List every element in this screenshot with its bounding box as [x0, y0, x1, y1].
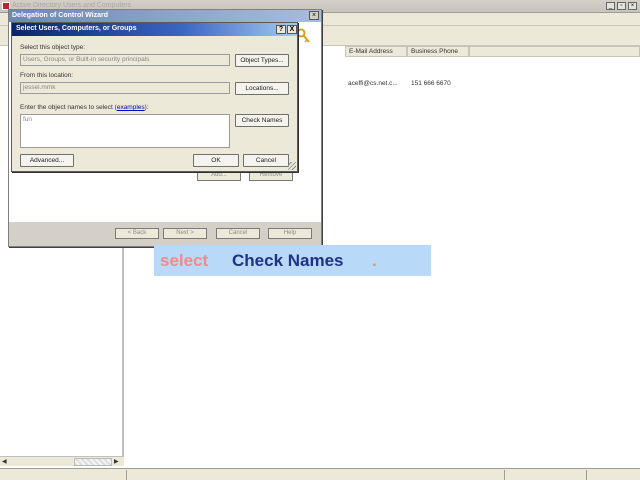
- scroll-thumb[interactable]: [74, 458, 112, 466]
- wizard-help-button[interactable]: Help: [268, 228, 312, 239]
- status-segment: [126, 470, 504, 480]
- dialog-title: Select Users, Computers, or Groups: [16, 25, 137, 32]
- wizard-title-bar: Delegation of Control Wizard ×: [9, 10, 321, 22]
- help-icon[interactable]: ?: [276, 25, 286, 34]
- object-names-label: Enter the object names to select (exampl…: [20, 104, 149, 111]
- key-icon: [296, 28, 310, 43]
- scroll-right-icon[interactable]: ▶: [114, 458, 119, 465]
- row-phone-cell[interactable]: 151 666 6670: [411, 80, 451, 87]
- select-users-dialog: Select Users, Computers, or Groups ? X S…: [11, 22, 298, 172]
- object-names-label-prefix: Enter the object names to select (: [20, 104, 117, 111]
- object-type-label: Select this object type:: [20, 44, 86, 51]
- caption-target-word: Check Names: [232, 251, 344, 270]
- status-segment: [586, 470, 640, 480]
- wizard-back-button[interactable]: < Back: [115, 228, 159, 239]
- object-names-label-suffix: ):: [144, 104, 149, 111]
- location-label: From this location:: [20, 72, 74, 79]
- wizard-title: Delegation of Control Wizard: [12, 12, 108, 19]
- column-header-phone[interactable]: Business Phone: [407, 46, 469, 57]
- minimize-icon[interactable]: _: [606, 2, 615, 10]
- locations-button[interactable]: Locations...: [235, 82, 289, 95]
- screen: Active Directory Users and Computers _ ▫…: [0, 0, 640, 480]
- resize-grip[interactable]: [288, 162, 296, 170]
- advanced-button[interactable]: Advanced...: [20, 154, 74, 167]
- cancel-button[interactable]: Cancel: [243, 154, 289, 167]
- horizontal-scrollbar[interactable]: ◀ ▶: [0, 456, 124, 466]
- dialog-title-bar: Select Users, Computers, or Groups ? X: [12, 23, 297, 36]
- check-names-button[interactable]: Check Names: [235, 114, 289, 127]
- wizard-next-button[interactable]: Next >: [163, 228, 207, 239]
- mmc-title: Active Directory Users and Computers: [12, 2, 132, 9]
- object-types-button[interactable]: Object Types...: [235, 54, 289, 67]
- instruction-caption: select Check Names .: [154, 245, 431, 276]
- object-names-input[interactable]: fun: [20, 114, 230, 148]
- column-header-email[interactable]: E-Mail Address: [345, 46, 407, 57]
- column-header-blank: [469, 46, 640, 57]
- status-segment: [504, 470, 586, 480]
- maximize-icon[interactable]: ▫: [617, 2, 626, 10]
- location-field: jessel.mmk: [20, 82, 230, 94]
- row-email-cell[interactable]: aceffi@cs.net.c...: [348, 80, 398, 87]
- wizard-close-icon[interactable]: ×: [309, 11, 319, 20]
- object-type-field: Users, Groups, or Built-in security prin…: [20, 54, 230, 66]
- status-bar: [0, 468, 640, 480]
- ok-button[interactable]: OK: [193, 154, 239, 167]
- examples-link[interactable]: examples: [117, 104, 145, 111]
- close-icon[interactable]: ×: [628, 2, 637, 10]
- caption-period: .: [372, 251, 377, 270]
- wizard-cancel-button[interactable]: Cancel: [216, 228, 260, 239]
- scroll-left-icon[interactable]: ◀: [2, 458, 7, 465]
- dialog-close-icon[interactable]: X: [287, 25, 297, 34]
- caption-action-word: select: [160, 251, 209, 270]
